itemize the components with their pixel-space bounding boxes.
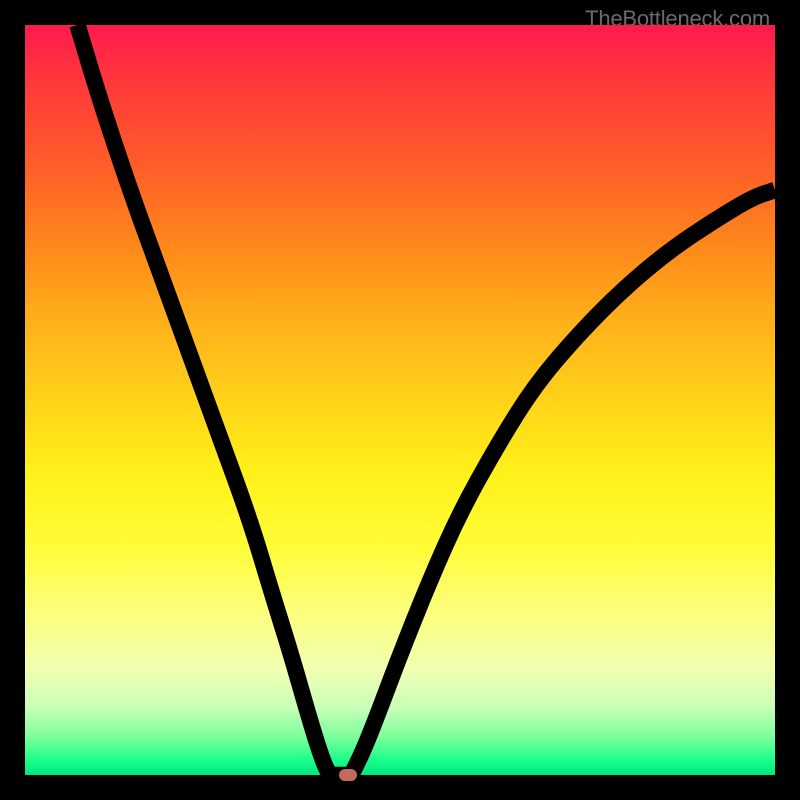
bottleneck-curve (25, 25, 775, 775)
optimum-marker (339, 769, 357, 781)
